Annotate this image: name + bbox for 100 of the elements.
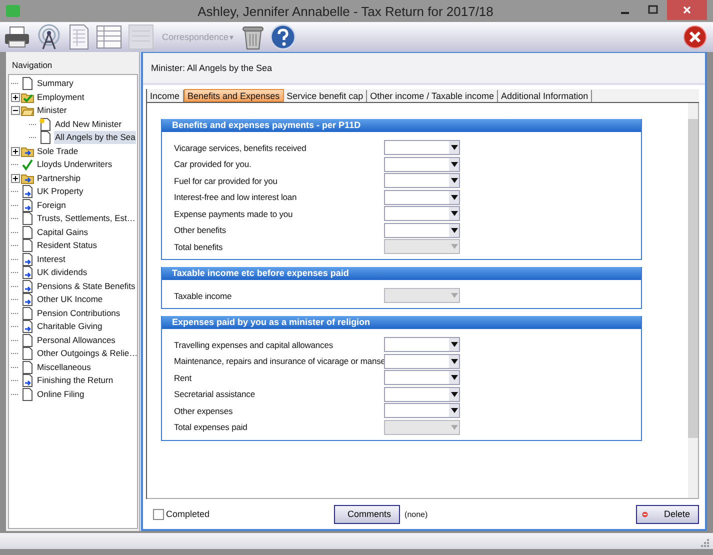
folder-arrow-icon [21, 144, 34, 158]
field-label: Interest-free and low interest loan [174, 192, 298, 202]
expander-icon[interactable] [11, 92, 20, 102]
navigation-item[interactable]: Other Outgoings & Relie… [36, 347, 137, 360]
dropdown-field[interactable] [384, 370, 460, 385]
new-page-icon [39, 118, 52, 131]
page-icon [21, 360, 34, 374]
navigation-item[interactable]: UK Property [36, 185, 84, 198]
page-icon [21, 347, 34, 360]
navigation-item[interactable]: Pension Contributions [36, 306, 122, 320]
caret-icon [450, 424, 458, 430]
navigation-item[interactable]: Pensions & State Benefits [36, 280, 136, 293]
navigation-item[interactable]: Finishing the Return [36, 374, 114, 388]
antenna-icon[interactable] [36, 24, 62, 50]
navigation-item[interactable]: Online Filing [36, 388, 86, 401]
page-arrow-icon [21, 198, 34, 212]
dropdown-field[interactable] [384, 403, 460, 418]
comments-button[interactable]: Comments [334, 504, 400, 524]
dropdown-field[interactable] [384, 337, 460, 352]
field-label: Other benefits [174, 225, 227, 235]
maximize-icon [648, 5, 658, 15]
navigation-title: Navigation [11, 59, 54, 72]
navigation-item[interactable]: UK dividends [36, 266, 88, 280]
page-arrow-icon [21, 185, 34, 198]
scrollbar[interactable] [688, 103, 698, 498]
close-button[interactable] [667, 0, 707, 20]
page-icon [21, 212, 34, 226]
navigation-item[interactable]: Lloyds Underwriters [36, 158, 114, 172]
window-title: Ashley, Jennifer Annabelle - Tax Return for 2017/18 [196, 4, 494, 18]
minimize-icon [621, 12, 629, 14]
dropdown-field[interactable] [384, 156, 460, 172]
page-arrow-icon [21, 374, 34, 388]
checkmark-icon [21, 158, 34, 172]
navigation-item[interactable]: Partnership [36, 172, 82, 185]
page-icon [21, 239, 34, 252]
document-icon[interactable] [68, 24, 90, 50]
caret-icon [450, 244, 458, 249]
field-label: Other expenses [174, 406, 234, 416]
caret-icon [450, 375, 458, 380]
open-folder-icon [21, 104, 34, 118]
navigation-item[interactable]: Employment [36, 90, 86, 104]
navigation-item[interactable]: Trusts, Settlements, Est… [36, 212, 136, 226]
navigation-item[interactable]: Personal Allowances [36, 334, 116, 347]
page-arrow-icon [21, 252, 34, 266]
navigation-item[interactable]: Interest [36, 252, 66, 266]
page-icon [21, 226, 34, 239]
resize-grip-icon[interactable] [701, 539, 709, 547]
delete-button[interactable]: Delete [636, 504, 699, 524]
folder-arrow-icon [21, 172, 34, 185]
trash-icon[interactable] [242, 24, 264, 50]
navigation-item[interactable]: Resident Status [36, 239, 98, 252]
help-icon[interactable] [270, 24, 296, 50]
navigation-item[interactable]: Foreign [36, 198, 67, 212]
navigation-item[interactable]: Summary [36, 77, 74, 90]
navigation-item[interactable]: Sole Trade [36, 144, 80, 158]
field-label: Taxable income [174, 290, 233, 300]
navigation-item[interactable]: Capital Gains [36, 226, 90, 239]
navigation-item[interactable]: Charitable Giving [36, 320, 104, 334]
page-arrow-icon [21, 320, 34, 334]
field-label: Expense payments made to you [174, 208, 294, 218]
navigation-item[interactable]: Add New Minister [54, 118, 123, 131]
navigation-item[interactable]: All Angels by the Sea [54, 131, 136, 144]
field-label: Vicarage services, benefits received [174, 142, 308, 152]
expander-icon[interactable] [11, 146, 20, 156]
caret-icon [450, 342, 458, 347]
dropdown-field[interactable] [384, 190, 460, 204]
completed-checkbox[interactable]: Completed [153, 508, 210, 520]
dropdown-field[interactable] [384, 173, 460, 188]
caret-icon [450, 358, 458, 364]
printer-icon[interactable] [4, 25, 30, 49]
folder-check-icon [21, 90, 34, 104]
dropdown-field[interactable] [384, 386, 460, 402]
close-icon[interactable] [683, 25, 707, 49]
tab[interactable]: Benefits and Expenses [184, 89, 284, 102]
tab[interactable]: Additional Information [498, 90, 592, 102]
form-icon [128, 24, 154, 50]
comments-value: (none) [404, 510, 428, 518]
caret-icon [450, 293, 458, 298]
dropdown-field[interactable] [384, 354, 460, 368]
page-icon [21, 77, 34, 90]
dropdown-field[interactable] [384, 206, 460, 221]
app-icon [6, 5, 20, 17]
spreadsheet-icon[interactable] [96, 25, 122, 49]
page-arrow-icon [21, 266, 34, 280]
navigation-item[interactable]: Minister [36, 104, 68, 118]
section-heading: Expenses paid by you as a minister of religion [162, 316, 641, 329]
caret-icon [450, 392, 458, 396]
dropdown-field[interactable] [384, 222, 460, 238]
page-icon [21, 388, 34, 401]
expander-icon[interactable] [11, 174, 20, 183]
expander-icon[interactable] [11, 106, 20, 116]
page-heading: Minister: All Angels by the Sea [143, 53, 705, 85]
page-arrow-icon [21, 293, 34, 306]
navigation-item[interactable]: Other UK Income [36, 293, 104, 306]
field-label: Total expenses paid [174, 422, 248, 432]
caret-icon [450, 408, 458, 413]
navigation-item[interactable]: Miscellaneous [36, 360, 92, 374]
caret-icon [450, 194, 458, 200]
section-heading: Benefits and expenses payments - per P11D [162, 119, 641, 132]
dropdown-field[interactable] [384, 140, 460, 155]
